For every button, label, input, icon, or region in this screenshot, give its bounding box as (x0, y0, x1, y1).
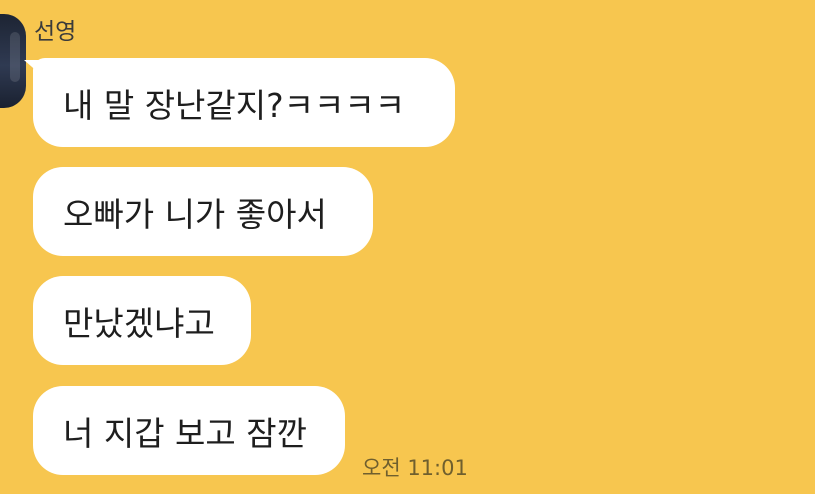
message-text: 만났겠냐고 (63, 303, 215, 343)
message-text: 내 말 장난같지?ㅋㅋㅋㅋ (63, 85, 406, 125)
message-text: 오빠가 니가 좋아서 (63, 194, 327, 234)
sender-avatar[interactable] (0, 14, 26, 108)
message-text: 너 지갑 보고 잠깐 (63, 413, 307, 453)
message-timestamp: 오전 11:01 (362, 456, 468, 480)
sender-name: 선영 (34, 19, 77, 45)
message-bubble[interactable]: 만났겠냐고 (33, 276, 251, 365)
message-bubble[interactable]: 너 지갑 보고 잠깐 (33, 386, 345, 475)
message-bubble[interactable]: 내 말 장난같지?ㅋㅋㅋㅋ (33, 58, 455, 147)
message-bubble[interactable]: 오빠가 니가 좋아서 (33, 167, 373, 256)
